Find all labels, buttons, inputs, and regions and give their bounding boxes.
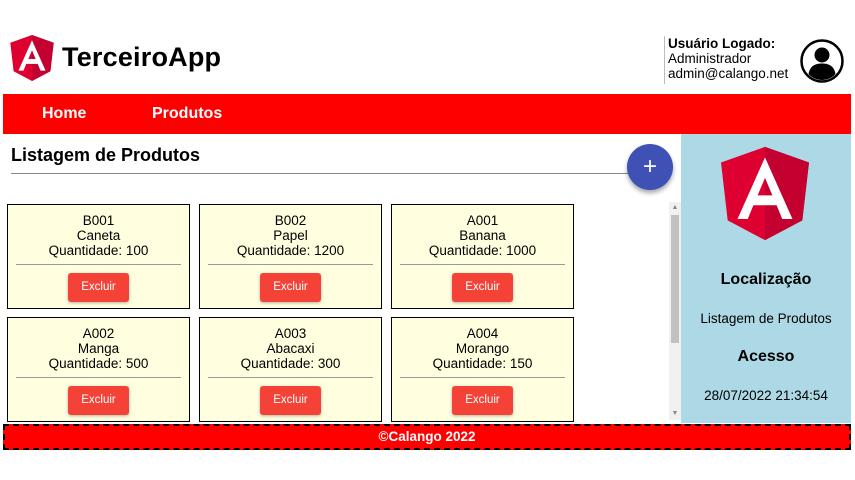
product-code: A001 [466,213,499,228]
product-quantity: Quantidade: 500 [48,356,149,371]
product-code: B002 [274,213,307,228]
delete-button[interactable]: Excluir [452,386,513,415]
delete-button[interactable]: Excluir [68,386,129,415]
product-code: A002 [82,326,115,341]
delete-button[interactable]: Excluir [260,273,321,302]
scrollbar-thumb[interactable] [671,215,679,343]
card-divider [16,264,181,265]
product-quantity: Quantidade: 150 [432,356,533,371]
card-divider [208,264,373,265]
product-card: B002 Papel Quantidade: 1200 Excluir [199,204,382,309]
location-value: Listagem de Produtos [700,311,832,326]
add-product-button[interactable]: + [627,144,673,190]
nav-home-link[interactable]: Home [42,105,86,123]
page-title: Listagem de Produtos [11,145,201,165]
logged-user-name: Administrador [668,51,752,66]
main-navbar: Home Produtos [3,94,851,134]
product-code: A004 [466,326,499,341]
title-divider [11,173,633,174]
logged-user-info: Usuário Logado: Administrador admin@cala… [664,36,788,84]
product-name: Caneta [76,228,121,243]
user-avatar-icon[interactable] [800,39,844,83]
product-code: A003 [274,326,307,341]
product-list-section: Listagem de Produtos + B001 Caneta Quant… [3,134,681,423]
product-quantity: Quantidade: 300 [240,356,341,371]
product-card: A002 Manga Quantidade: 500 Excluir [7,317,190,422]
delete-button[interactable]: Excluir [260,386,321,415]
product-code: B001 [82,213,115,228]
product-name: Morango [455,341,510,356]
product-quantity: Quantidade: 1000 [428,243,537,258]
nav-produtos-link[interactable]: Produtos [152,105,222,123]
scroll-down-arrow-icon[interactable]: ▼ [669,408,681,420]
angular-logo-icon [10,35,54,81]
card-divider [400,377,565,378]
angular-logo-icon [721,146,809,241]
scroll-up-arrow-icon[interactable]: ▲ [669,202,681,214]
product-card: A003 Abacaxi Quantidade: 300 Excluir [199,317,382,422]
page-footer: ©Calango 2022 [3,424,851,450]
access-heading: Acesso [737,348,795,365]
card-divider [208,377,373,378]
delete-button[interactable]: Excluir [452,273,513,302]
product-quantity: Quantidade: 1200 [236,243,345,258]
product-quantity: Quantidade: 100 [48,243,149,258]
product-card: A004 Morango Quantidade: 150 Excluir [391,317,574,422]
access-value: 28/07/2022 21:34:54 [704,388,828,403]
card-divider [400,264,565,265]
product-name: Papel [273,228,308,243]
info-sidebar: Localização Listagem de Produtos Acesso … [681,134,851,423]
card-divider [16,377,181,378]
app-header: TerceiroApp Usuário Logado: Administrado… [0,0,855,93]
location-heading: Localização [720,271,812,288]
delete-button[interactable]: Excluir [68,273,129,302]
product-list-scrollbar[interactable]: ▲ ▼ [669,202,681,420]
app-title: TerceiroApp [62,42,222,72]
product-name: Banana [459,228,506,243]
logged-user-label: Usuário Logado: [668,36,776,51]
product-grid: B001 Caneta Quantidade: 100 Excluir B002… [7,204,667,423]
product-name: Manga [77,341,120,356]
product-card: B001 Caneta Quantidade: 100 Excluir [7,204,190,309]
product-name: Abacaxi [266,341,315,356]
logged-user-email: admin@calango.net [668,66,789,81]
product-card: A001 Banana Quantidade: 1000 Excluir [391,204,574,309]
